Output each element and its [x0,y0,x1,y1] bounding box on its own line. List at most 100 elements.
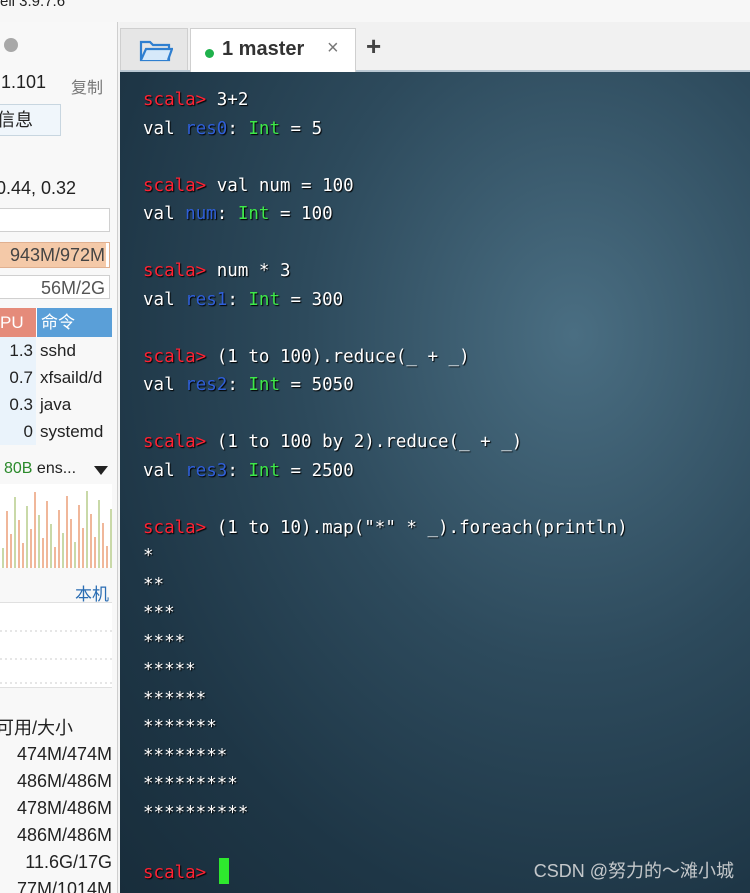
cpu-bar [0,208,110,232]
network-rate-value: 80B [4,460,33,477]
output-line: ********* [143,774,238,794]
terminal-command-line: scala> (1 to 100 by 2).reduce(_ + _) [143,432,522,452]
network-bar [18,520,20,568]
prompt: scala> [143,261,207,281]
add-tab-button[interactable]: + [366,31,381,62]
network-bar [62,533,64,568]
command-text: (1 to 100 by 2).reduce(_ + _) [206,432,523,452]
memory-bar: 943M/972M [0,242,110,268]
system-info-button[interactable]: 信息 [0,104,61,136]
command-text: (1 to 10).map("*" * _).foreach(println) [206,517,628,538]
output-line: *** [143,603,175,623]
terminal-command-line: scala> val num = 100 [143,176,354,196]
network-bar [110,509,112,568]
keyword: val [143,204,175,224]
server-info-panel: .1.101 复制 信息 0.44, 0.32 943M/972M 56M/2G… [0,22,118,893]
network-bar [2,548,4,568]
tab-label: 1 master [222,38,305,60]
result-type: Int [237,204,270,224]
command-text: num * 3 [206,261,291,281]
copy-link[interactable]: 复制 [71,74,103,98]
network-chart [0,484,112,568]
disk-table-header: 可用/大小 [0,718,74,738]
output-line: ** [143,574,165,595]
latency-chart [0,602,112,688]
network-bar [66,496,68,568]
output-line: ******** [143,745,228,766]
network-bar [98,500,100,568]
result-type: Int [248,460,280,481]
network-bar [10,534,12,568]
prompt: scala> [143,517,207,538]
command-text: 3+2 [206,90,249,110]
disk-row: 486M/486M [16,771,112,791]
prompt: scala> [143,346,207,367]
table-row[interactable]: 0.3 java [0,391,112,418]
chevron-down-icon[interactable] [94,466,108,475]
swap-bar: 56M/2G [0,275,110,299]
table-row[interactable]: 1.3 sshd [0,337,112,364]
output-line: **** [143,631,186,652]
terminal[interactable]: scala> 3+2 val res0: Int = 5 scala> val nu… [120,72,750,893]
disk-row: 11.6G/17G [25,852,112,872]
network-bar [90,514,92,568]
file-browser-tab[interactable] [120,28,188,70]
output-line: ******* [143,717,217,737]
output-line: * [143,546,154,566]
command-cell: xfsaild/d [40,368,103,387]
column-cpu[interactable]: PU [0,308,36,337]
network-bar [58,510,60,568]
network-bar [46,501,48,568]
keyword: val [143,118,175,139]
network-bar [38,515,40,568]
command-cell: systemd [40,422,104,441]
result-name: res3 [185,460,228,481]
column-command[interactable]: 命令 [36,308,112,337]
window-title: ell 3.9.7.6 [0,0,66,10]
network-bar [70,519,72,568]
network-bar [74,542,76,568]
prompt: scala> [143,175,207,196]
result-type: Int [248,118,280,139]
table-row[interactable]: 0 systemd [0,418,112,445]
network-bar [50,524,52,568]
result-name: num [185,204,217,224]
network-bar [26,506,28,568]
tab-master[interactable]: 1 master × [190,28,356,72]
watermark: CSDN @努力的～滩小城 [533,861,734,881]
disk-row: 77M/1014M [16,879,112,893]
result-value: = 5 [280,118,323,139]
close-icon[interactable]: × [327,37,339,60]
network-bar [106,546,108,568]
disk-row: 486M/486M [16,825,112,845]
network-rate: 80B ens... [4,460,76,478]
terminal-prompt-line[interactable]: scala> [143,858,229,884]
result-name: res0 [185,118,228,139]
disk-row: 474M/474M [16,744,112,764]
ip-address: .1.101 [0,72,47,92]
terminal-command-line: scala> (1 to 10).map("*" * _).foreach(pr… [143,518,628,538]
cursor [218,858,229,884]
network-bar [6,511,8,568]
prompt: scala> [143,863,207,883]
network-bar [78,505,80,568]
terminal-result-line: val res2: Int = 5050 [143,375,354,395]
table-row[interactable]: 0.7 xfsaild/d [0,364,112,391]
network-interface[interactable]: ens... [37,460,76,477]
memory-text: 943M/972M [9,245,105,265]
terminal-result-line: val num: Int = 100 [143,204,333,224]
status-dot [4,38,18,52]
network-bar [82,528,84,568]
output-line: ****** [143,688,207,709]
network-bar [34,492,36,568]
result-value: = 100 [269,204,333,224]
result-value: = 2500 [280,460,354,481]
result-type: Int [248,375,280,395]
command-text: (1 to 100).reduce(_ + _) [206,346,470,367]
tab-bar: 1 master × + [120,22,750,72]
result-type: Int [248,289,280,310]
network-bar [94,537,96,568]
output-line: ***** [143,660,196,680]
terminal-result-line: val res1: Int = 300 [143,289,344,310]
network-bar [30,529,32,568]
